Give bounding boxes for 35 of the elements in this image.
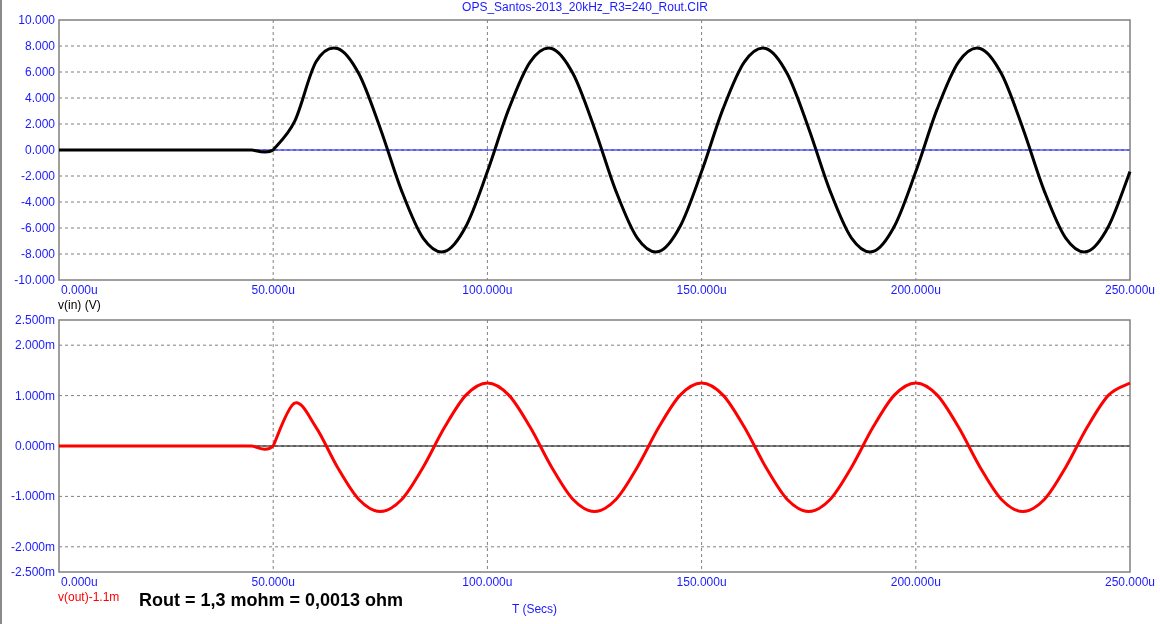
window-title: OPS_Santos-2013_20kHz_R3=240_Rout.CIR: [461, 0, 709, 14]
x-tick-label: 100.000u: [462, 283, 513, 297]
trace-label[interactable]: v(out)-1.1m: [58, 590, 120, 604]
x-tick-label: 0.000u: [61, 575, 98, 589]
y-tick-label: -6.000: [20, 221, 55, 235]
y-tick-label: -10.000: [14, 273, 55, 287]
x-tick-label: 50.000u: [251, 283, 295, 297]
y-tick-label: 10.000: [18, 14, 55, 27]
y-tick-label: -8.000: [20, 247, 55, 261]
y-tick-label: -2.000: [20, 169, 55, 183]
y-tick-label: 0.000m: [14, 439, 55, 453]
y-tick-label: 2.500m: [14, 314, 55, 327]
x-tick-label: 100.000u: [462, 575, 513, 589]
result-note: Rout = 1,3 mohm = 0,0013 ohm: [139, 590, 404, 610]
y-tick-label: 2.000: [24, 117, 55, 131]
x-tick-label: 250.000u: [1104, 283, 1156, 297]
x-tick-label: 200.000u: [890, 575, 941, 589]
x-tick-label: 50.000u: [251, 575, 295, 589]
y-tick-label: 6.000: [24, 65, 55, 79]
x-tick-label: 150.000u: [676, 575, 727, 589]
axis-title: T (Secs): [511, 602, 558, 616]
y-tick-label: 2.000m: [14, 338, 55, 353]
x-tick-label: 200.000u: [890, 283, 941, 297]
y-tick-label: -1.000m: [10, 489, 55, 504]
y-tick-label: -4.000: [20, 195, 55, 209]
y-tick-label: -2.000m: [10, 539, 55, 554]
trace-label[interactable]: v(in) (V): [58, 298, 101, 312]
y-tick-label: -2.500m: [10, 565, 55, 579]
y-tick-label: 8.000: [24, 39, 55, 53]
y-tick-label: 1.000m: [14, 388, 55, 403]
x-tick-label: 250.000u: [1104, 575, 1156, 589]
x-tick-label: 0.000u: [61, 283, 98, 297]
y-tick-label: 0.000: [24, 143, 55, 157]
x-tick-label: 150.000u: [676, 283, 727, 297]
y-tick-label: 4.000: [24, 91, 55, 105]
